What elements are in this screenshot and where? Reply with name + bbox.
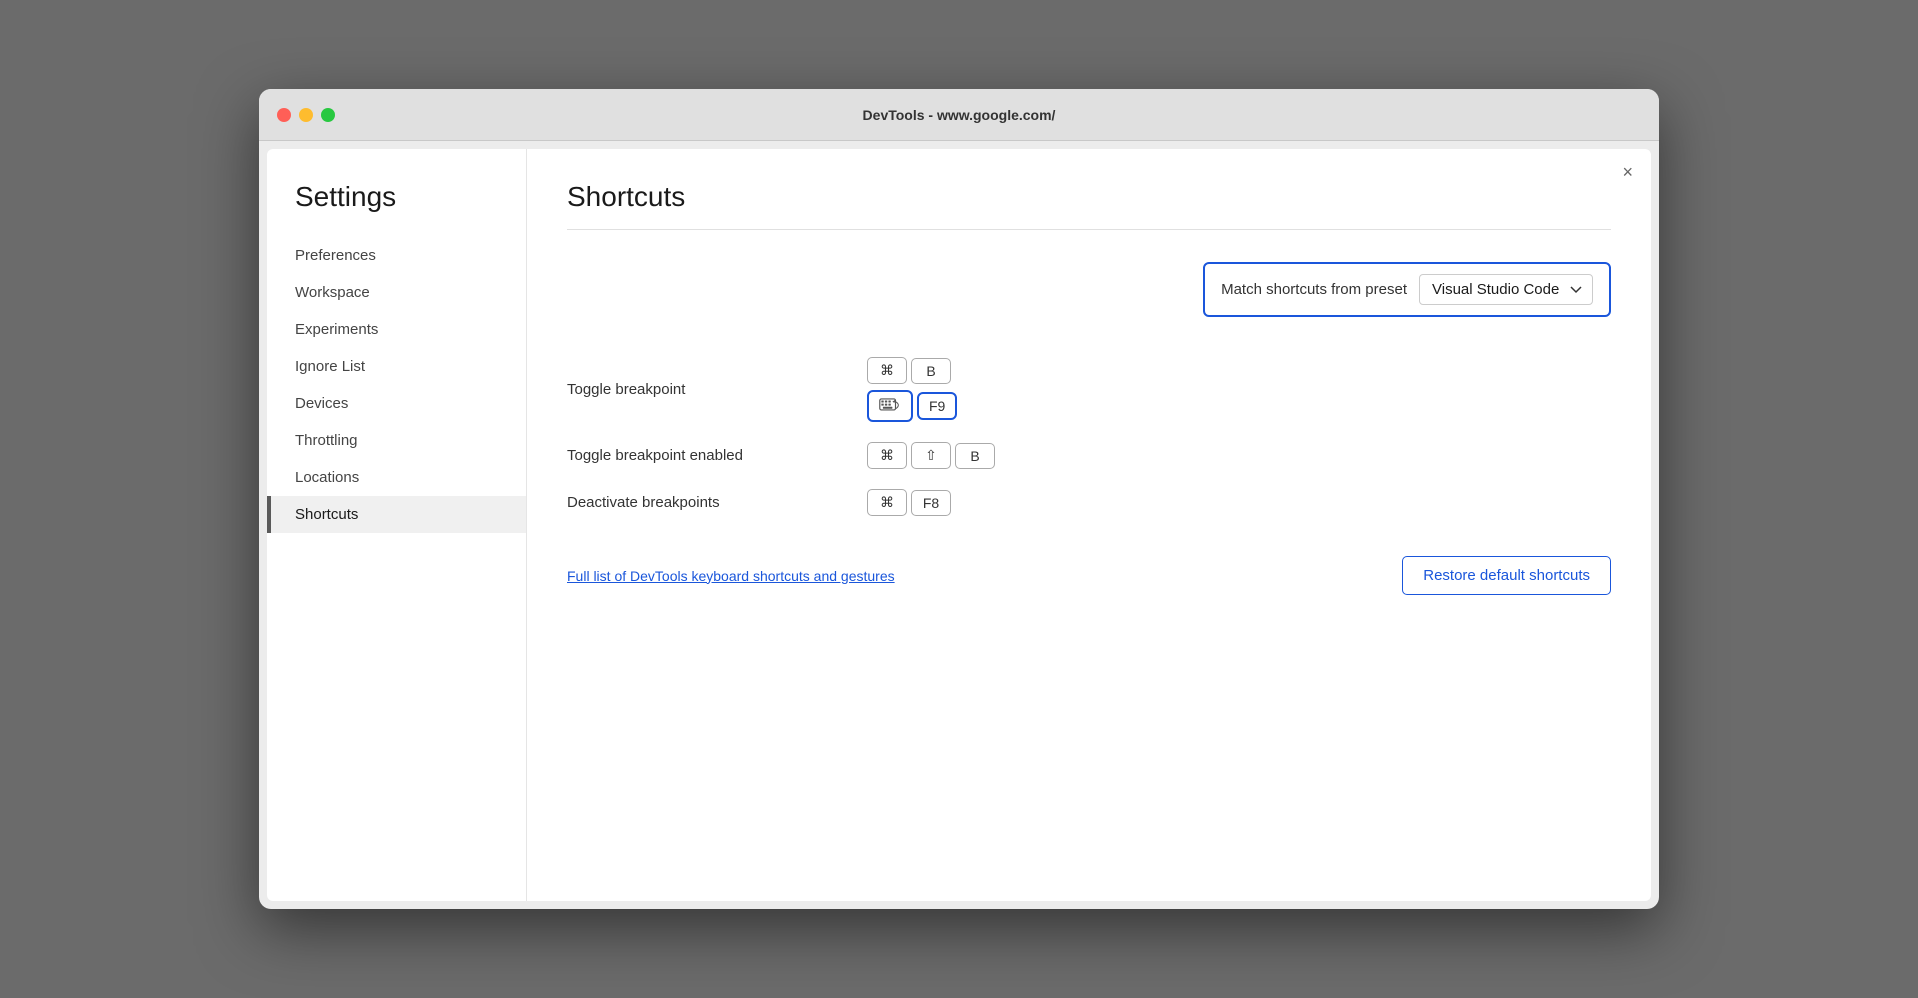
sidebar-item-shortcuts[interactable]: Shortcuts <box>267 496 526 533</box>
shortcuts-list: Toggle breakpoint ⌘ B <box>567 357 1611 516</box>
sidebar-item-label: Locations <box>295 469 359 486</box>
sidebar-item-label: Shortcuts <box>295 506 358 523</box>
dialog-close-button[interactable]: × <box>1622 163 1633 181</box>
shortcut-keys: ⌘ B <box>867 357 957 422</box>
keyboard-icon-svg <box>879 398 901 414</box>
sidebar-item-locations[interactable]: Locations <box>267 459 526 496</box>
sidebar-item-throttling[interactable]: Throttling <box>267 422 526 459</box>
key-combo-cmd-shift-b: ⌘ ⇧ B <box>867 442 995 469</box>
sidebar-item-label: Ignore List <box>295 358 365 375</box>
settings-title: Settings <box>267 181 526 237</box>
sidebar-item-devices[interactable]: Devices <box>267 385 526 422</box>
shortcut-item-toggle-breakpoint-enabled: Toggle breakpoint enabled ⌘ ⇧ B <box>567 442 1611 469</box>
shortcut-name: Toggle breakpoint enabled <box>567 447 847 464</box>
sidebar-item-label: Preferences <box>295 247 376 264</box>
sidebar-nav: Preferences Workspace Experiments Ignore… <box>267 237 526 533</box>
close-button[interactable] <box>277 108 291 122</box>
key-cmd: ⌘ <box>867 357 907 384</box>
sidebar-item-experiments[interactable]: Experiments <box>267 311 526 348</box>
sidebar: Settings Preferences Workspace Experimen… <box>267 149 527 901</box>
sidebar-item-label: Experiments <box>295 321 378 338</box>
bottom-row: Full list of DevTools keyboard shortcuts… <box>567 556 1611 595</box>
key-combo-cmd-f8: ⌘ F8 <box>867 489 951 516</box>
full-list-link[interactable]: Full list of DevTools keyboard shortcuts… <box>567 568 895 584</box>
shortcut-keys: ⌘ ⇧ B <box>867 442 995 469</box>
sidebar-item-preferences[interactable]: Preferences <box>267 237 526 274</box>
key-cmd: ⌘ <box>867 442 907 469</box>
sidebar-item-ignore-list[interactable]: Ignore List <box>267 348 526 385</box>
sidebar-item-label: Throttling <box>295 432 358 449</box>
sidebar-item-label: Devices <box>295 395 348 412</box>
sidebar-item-workspace[interactable]: Workspace <box>267 274 526 311</box>
preset-container: Match shortcuts from preset Default Visu… <box>1203 262 1611 317</box>
key-f9: F9 <box>917 392 957 420</box>
divider <box>567 229 1611 230</box>
window-title: DevTools - www.google.com/ <box>863 107 1056 123</box>
sidebar-item-label: Workspace <box>295 284 370 301</box>
restore-default-shortcuts-button[interactable]: Restore default shortcuts <box>1402 556 1611 595</box>
minimize-button[interactable] <box>299 108 313 122</box>
key-b: B <box>955 443 995 469</box>
key-combo-f9: F9 <box>867 390 957 422</box>
preset-select[interactable]: Default Visual Studio Code <box>1419 274 1593 305</box>
key-combo-cmd-b: ⌘ B <box>867 357 957 384</box>
window-controls <box>277 108 335 122</box>
main-content: Shortcuts Match shortcuts from preset De… <box>527 149 1651 901</box>
page-title: Shortcuts <box>567 181 1611 213</box>
shortcut-keys: ⌘ F8 <box>867 489 951 516</box>
preset-label: Match shortcuts from preset <box>1221 281 1407 298</box>
key-b: B <box>911 358 951 384</box>
key-f8: F8 <box>911 490 951 516</box>
shortcut-name: Toggle breakpoint <box>567 381 847 398</box>
app-window: DevTools - www.google.com/ × Settings Pr… <box>259 89 1659 909</box>
key-cmd: ⌘ <box>867 489 907 516</box>
maximize-button[interactable] <box>321 108 335 122</box>
shortcut-item-deactivate-breakpoints: Deactivate breakpoints ⌘ F8 <box>567 489 1611 516</box>
shortcut-name: Deactivate breakpoints <box>567 494 847 511</box>
key-shift: ⇧ <box>911 442 951 469</box>
preset-row: Match shortcuts from preset Default Visu… <box>567 262 1611 317</box>
keyboard-shortcut-icon <box>867 390 913 422</box>
shortcut-item-toggle-breakpoint: Toggle breakpoint ⌘ B <box>567 357 1611 422</box>
titlebar: DevTools - www.google.com/ <box>259 89 1659 141</box>
window-body: × Settings Preferences Workspace Experim… <box>267 149 1651 901</box>
